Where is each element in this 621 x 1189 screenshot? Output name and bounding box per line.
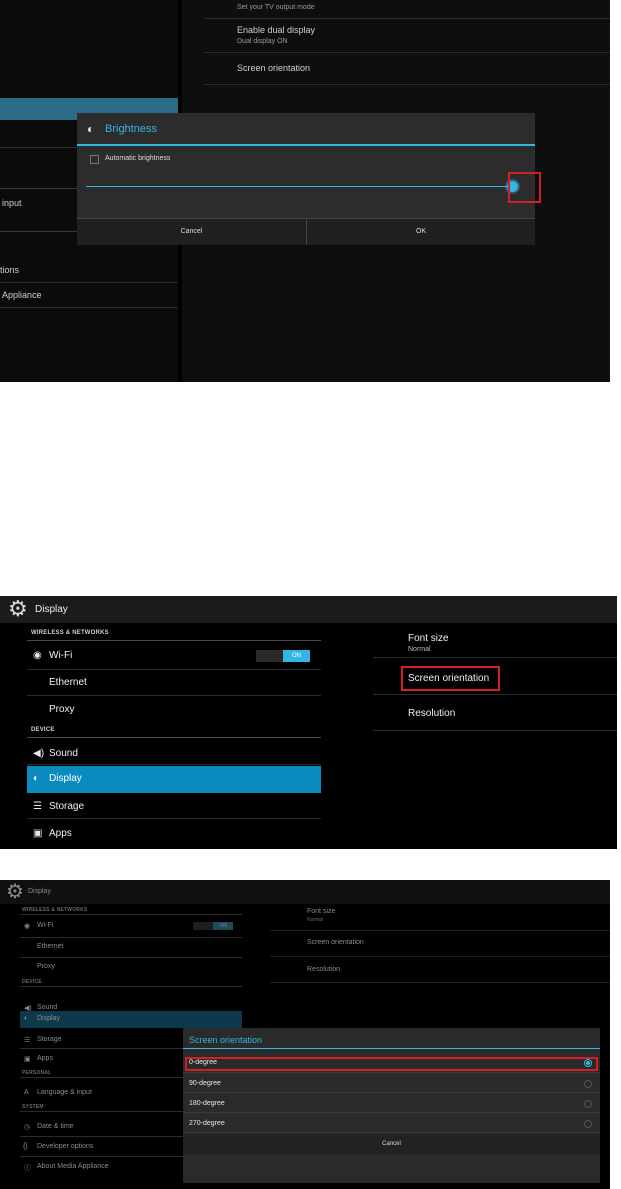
radio-90-degree[interactable]: [584, 1080, 592, 1088]
wifi-icon: ◉: [24, 923, 31, 930]
sidebar-item-proxy[interactable]: Proxy: [37, 963, 55, 970]
highlight-slider-thumb: [508, 172, 541, 203]
wifi-toggle-on: ON: [213, 922, 233, 930]
sidebar-item-language[interactable]: Language & input: [37, 1089, 92, 1096]
page-title: Display: [28, 888, 51, 895]
gear-icon: ⚙: [6, 881, 24, 903]
brightness-icon: ◐: [87, 122, 95, 136]
brightness-dialog: ◐ Brightness Automatic brightness Cancel…: [77, 113, 535, 245]
radio-270-degree[interactable]: [584, 1120, 592, 1128]
dialog-button-bar: Cancel OK: [77, 218, 535, 245]
font-size-value: Normal: [408, 646, 431, 653]
sidebar-item-ethernet[interactable]: Ethernet: [37, 943, 63, 950]
highlight-0-degree: [185, 1057, 598, 1071]
sidebar-item-wifi[interactable]: Wi-Fi: [49, 650, 72, 661]
sound-icon: ◀): [33, 748, 45, 759]
action-bar: ⚙ Display: [0, 880, 610, 904]
sidebar-item-sound[interactable]: Sound: [37, 1004, 57, 1011]
section-wireless: WIRELESS & NETWORKS: [22, 907, 88, 913]
sidebar-item-ethernet[interactable]: Ethernet: [49, 677, 87, 688]
sidebar-item-apps[interactable]: Apps: [49, 828, 72, 839]
sidebar-item-storage[interactable]: Storage: [49, 801, 84, 812]
clock-icon: ◷: [24, 1124, 31, 1131]
brightness-slider-track[interactable]: [86, 186, 516, 187]
section-system: SYSTEM: [22, 1104, 44, 1110]
orientation-dialog: Screen orientation 0-degree 90-degree 18…: [183, 1028, 600, 1183]
dual-display-subtitle: Dual display ON: [237, 38, 288, 45]
option-180-degree[interactable]: 180-degree: [189, 1100, 225, 1107]
sidebar-item-options[interactable]: tions: [0, 265, 19, 275]
section-device: DEVICE: [31, 727, 55, 733]
display-settings-screenshot: ⚙ Display WIRELESS & NETWORKS ◉ Wi-Fi ON…: [0, 596, 617, 849]
auto-brightness-checkbox[interactable]: [90, 155, 99, 164]
font-size-item[interactable]: Font size: [408, 633, 449, 644]
section-device: DEVICE: [22, 979, 42, 985]
sidebar-item-input[interactable]: input: [2, 198, 22, 208]
developer-icon: {}: [23, 1143, 28, 1150]
storage-icon: ☰: [33, 801, 42, 812]
sidebar-item-about[interactable]: About Media Appliance: [37, 1163, 109, 1170]
page-title: Display: [35, 604, 68, 615]
resolution-item[interactable]: Resolution: [307, 966, 340, 973]
wifi-toggle-on: ON: [283, 650, 310, 662]
language-icon: A: [24, 1089, 29, 1096]
screen-orientation-item[interactable]: Screen orientation: [237, 63, 310, 73]
apps-icon: ▣: [33, 828, 43, 839]
tv-output-subtitle: Set your TV output mode: [237, 4, 315, 11]
sidebar-item-proxy[interactable]: Proxy: [49, 704, 75, 715]
option-90-degree[interactable]: 90-degree: [189, 1080, 221, 1087]
brightness-screenshot: input tions Appliance Set your TV output…: [0, 0, 610, 382]
display-icon: ◐: [33, 773, 40, 784]
wifi-toggle[interactable]: ON: [256, 650, 310, 662]
sidebar-item-display[interactable]: ◐ Display: [20, 1011, 242, 1028]
radio-180-degree[interactable]: [584, 1100, 592, 1108]
dialog-title: Screen orientation: [189, 1035, 263, 1045]
cancel-button[interactable]: Cancel: [183, 1134, 600, 1154]
screen-orientation-item[interactable]: Screen orientation: [307, 939, 364, 946]
dialog-title: Brightness: [105, 123, 157, 135]
sidebar-item-display-label: Display: [37, 1015, 60, 1022]
info-icon: ⓘ: [24, 1165, 31, 1172]
sidebar-item-developer[interactable]: Developer options: [37, 1143, 93, 1150]
sidebar-item-display-label: Display: [49, 773, 82, 784]
sidebar-item-about[interactable]: Appliance: [2, 290, 42, 300]
ok-button[interactable]: OK: [307, 219, 535, 245]
sidebar-item-datetime[interactable]: Date & time: [37, 1123, 74, 1130]
wifi-toggle[interactable]: ON: [193, 922, 233, 930]
apps-icon: ▣: [24, 1056, 31, 1063]
sidebar-item-wifi[interactable]: Wi-Fi: [37, 922, 53, 929]
sidebar-item-display[interactable]: ◐ Display: [27, 766, 321, 793]
wifi-icon: ◉: [33, 650, 42, 661]
sidebar-item-apps[interactable]: Apps: [37, 1055, 53, 1062]
sidebar-item-storage[interactable]: Storage: [37, 1036, 62, 1043]
font-size-value: Normal: [307, 917, 324, 923]
gear-icon: ⚙: [8, 596, 28, 621]
cancel-button[interactable]: Cancel: [77, 219, 307, 245]
orientation-dialog-screenshot: ⚙ Display WIRELESS & NETWORKS ◉ Wi-Fi ON…: [0, 880, 610, 1189]
action-bar: ⚙ Display: [0, 596, 617, 623]
section-wireless: WIRELESS & NETWORKS: [31, 630, 109, 636]
dual-display-title[interactable]: Enable dual display: [237, 25, 315, 35]
display-icon: ◐: [24, 1015, 29, 1022]
resolution-item[interactable]: Resolution: [408, 708, 455, 719]
auto-brightness-label: Automatic brightness: [105, 155, 171, 162]
highlight-screen-orientation: [401, 666, 500, 691]
storage-icon: ☰: [24, 1037, 31, 1044]
sidebar-item-sound[interactable]: Sound: [49, 748, 78, 759]
option-270-degree[interactable]: 270-degree: [189, 1120, 225, 1127]
section-personal: PERSONAL: [22, 1070, 52, 1076]
font-size-item[interactable]: Font size: [307, 908, 335, 915]
